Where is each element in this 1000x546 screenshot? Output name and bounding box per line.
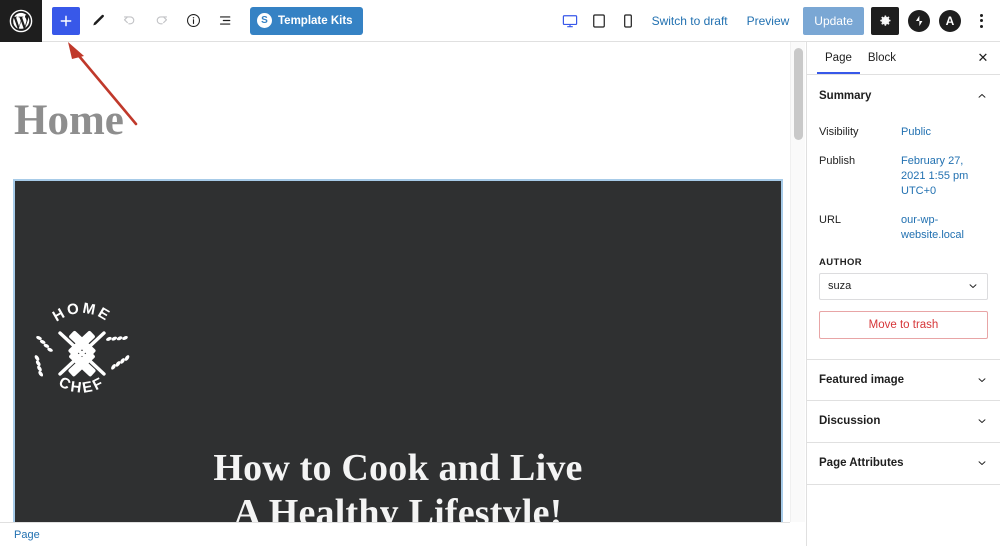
author-value: suza (828, 280, 852, 293)
template-kits-button[interactable]: S Template Kits (250, 6, 363, 35)
chevron-down-icon (978, 419, 986, 424)
chevron-down-icon (978, 377, 986, 382)
summary-row-publish: Publish February 27, 2021 1:55 pm UTC+0 (819, 148, 988, 207)
editor-scrollbar-thumb[interactable] (794, 48, 803, 140)
info-icon (186, 14, 200, 27)
cover-block[interactable]: HOME CHEF How to Cook and Live A Healthy… (13, 179, 783, 522)
tab-page[interactable]: Page (817, 42, 860, 74)
details-info-button[interactable] (178, 6, 208, 36)
visibility-value[interactable]: Public (901, 125, 931, 140)
discussion-label: Discussion (819, 415, 881, 428)
discussion-panel-header[interactable]: Discussion (807, 401, 1000, 443)
wordpress-logo-icon (9, 9, 33, 32)
more-options-button[interactable] (968, 6, 994, 36)
summary-panel-header[interactable]: Summary (807, 75, 1000, 117)
page-title[interactable]: Home (0, 42, 790, 144)
chevron-up-icon (978, 94, 986, 98)
cover-heading[interactable]: How to Cook and Live A Healthy Lifestyle… (15, 446, 781, 522)
editor-canvas[interactable]: Home HOME CHEF How to Cook and Live A He… (0, 42, 790, 522)
template-kits-badge-icon: S (257, 13, 272, 28)
update-button[interactable]: Update (803, 6, 864, 35)
home-chef-logo-icon: HOME CHEF (34, 300, 130, 397)
undo-button[interactable] (114, 6, 144, 36)
block-inserter-button[interactable] (52, 6, 80, 35)
tablet-icon (592, 13, 605, 28)
preview-desktop-button[interactable] (556, 6, 584, 36)
redo-icon (156, 16, 167, 25)
wordpress-block-editor: S Template Kits Switch to draft Preview … (0, 0, 1000, 546)
url-label: URL (819, 213, 842, 226)
editor-scrollbar-track[interactable] (790, 42, 805, 522)
plus-icon (60, 15, 72, 26)
kebab-dot (979, 13, 983, 17)
gear-icon (879, 15, 890, 26)
summary-row-url: URL our-wp-website.local (819, 207, 988, 251)
cover-heading-line-1: How to Cook and Live (213, 447, 583, 489)
editor-top-bar: S Template Kits Switch to draft Preview … (0, 0, 1000, 42)
featured-image-label: Featured image (819, 373, 904, 386)
top-bar-left-tools: S Template Kits (42, 0, 363, 42)
page-attributes-panel-header[interactable]: Page Attributes (807, 443, 1000, 485)
visibility-label: Visibility (819, 126, 859, 138)
tab-block[interactable]: Block (860, 42, 904, 74)
cover-heading-line-2: A Healthy Lifestyle! (233, 491, 563, 522)
list-view-button[interactable] (210, 6, 240, 36)
svg-text:HOME: HOME (50, 300, 115, 326)
settings-sidebar: Page Block ✕ Summary Visibility Public P… (806, 42, 1000, 546)
move-to-trash-button[interactable]: Move to trash (819, 310, 988, 339)
kebab-dot (979, 24, 983, 28)
sidebar-tabs: Page Block ✕ (807, 42, 1000, 75)
summary-panel-title: Summary (819, 90, 872, 102)
summary-row-visibility: Visibility Public (819, 119, 988, 148)
publish-value[interactable]: February 27, 2021 1:55 pm UTC+0 (901, 154, 988, 199)
astra-icon[interactable]: A (939, 9, 961, 32)
close-sidebar-button[interactable]: ✕ (970, 45, 996, 71)
chevron-down-icon (969, 284, 977, 289)
chevron-down-icon (978, 461, 986, 466)
top-bar-right-tools: Switch to draft Preview Update A (556, 0, 1000, 42)
publish-label: Publish (819, 155, 856, 168)
url-value[interactable]: our-wp-website.local (901, 213, 988, 243)
undo-icon (123, 16, 134, 25)
wordpress-logo-button[interactable] (0, 0, 42, 42)
author-label: AUTHOR (819, 256, 863, 268)
featured-image-panel-header[interactable]: Featured image (807, 358, 1000, 401)
jetpack-icon[interactable] (908, 9, 930, 32)
tools-pencil-button[interactable] (82, 6, 112, 36)
kebab-dot (979, 19, 983, 22)
breadcrumb: Page (0, 522, 790, 546)
redo-button[interactable] (146, 6, 176, 36)
preview-mobile-button[interactable] (614, 6, 642, 36)
svg-text:CHEF: CHEF (56, 374, 108, 397)
pencil-icon (92, 14, 104, 26)
breadcrumb-item-page[interactable]: Page (14, 529, 40, 541)
jetpack-bolt-icon (915, 15, 923, 26)
summary-panel-body: Visibility Public Publish February 27, 2… (807, 117, 1000, 359)
preview-tablet-button[interactable] (585, 6, 613, 36)
author-select[interactable]: suza (819, 272, 988, 300)
preview-button[interactable]: Preview (738, 6, 799, 36)
settings-button[interactable] (871, 6, 899, 35)
switch-to-draft-button[interactable]: Switch to draft (643, 6, 737, 36)
mobile-icon (623, 13, 632, 28)
desktop-icon (562, 14, 577, 27)
template-kits-label: Template Kits (278, 14, 353, 27)
page-attributes-label: Page Attributes (819, 457, 904, 470)
list-view-icon (219, 16, 230, 25)
